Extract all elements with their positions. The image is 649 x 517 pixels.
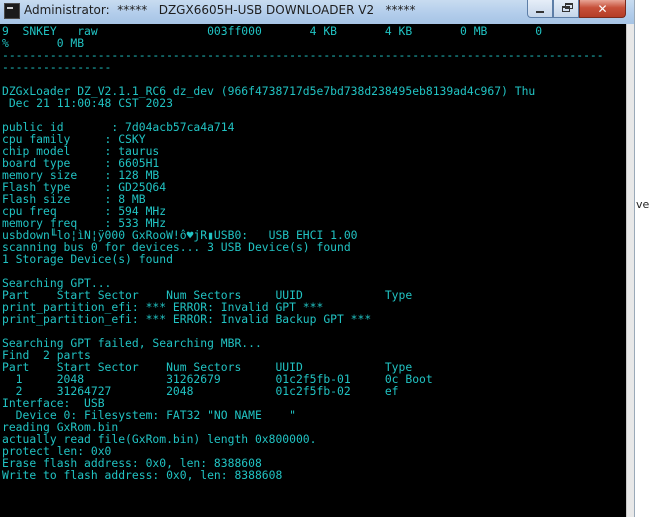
console-line: 9 SNKEY raw 003ff000 4 KB 4 KB 0 MB 0 <box>2 25 543 38</box>
console-app-icon <box>4 3 20 19</box>
close-icon: ✕ <box>597 1 608 16</box>
background-window[interactable]: ve <box>634 0 649 517</box>
console-line: 1 Storage Device(s) found <box>2 253 173 266</box>
minimize-button[interactable] <box>527 0 553 18</box>
console-output-area[interactable]: 9 SNKEY raw 003ff000 4 KB 4 KB 0 MB 0% 0… <box>0 24 626 517</box>
window-title: Administrator: ***** DZGX6605H-USB DOWNL… <box>24 3 416 17</box>
maximize-button[interactable] <box>553 0 579 18</box>
console-line: Write to flash address: 0x0, len: 838860… <box>2 469 283 482</box>
background-window-text: ve <box>636 198 649 211</box>
minimize-icon <box>536 10 544 13</box>
close-button[interactable]: ✕ <box>579 0 626 18</box>
vertical-scrollbar[interactable] <box>626 24 634 517</box>
console-line: ---------------- <box>2 61 112 74</box>
console-line: Searching GPT failed, Searching MBR... <box>2 337 262 350</box>
console-window: Administrator: ***** DZGX6605H-USB DOWNL… <box>0 0 634 517</box>
console-text: 9 SNKEY raw 003ff000 4 KB 4 KB 0 MB 0% 0… <box>2 26 604 482</box>
console-line: Dec 21 11:00:48 CST 2023 <box>2 97 173 110</box>
title-bar[interactable]: Administrator: ***** DZGX6605H-USB DOWNL… <box>0 0 634 24</box>
console-line: print_partition_efi: *** ERROR: Invalid … <box>2 313 372 326</box>
restore-icon <box>562 2 573 12</box>
